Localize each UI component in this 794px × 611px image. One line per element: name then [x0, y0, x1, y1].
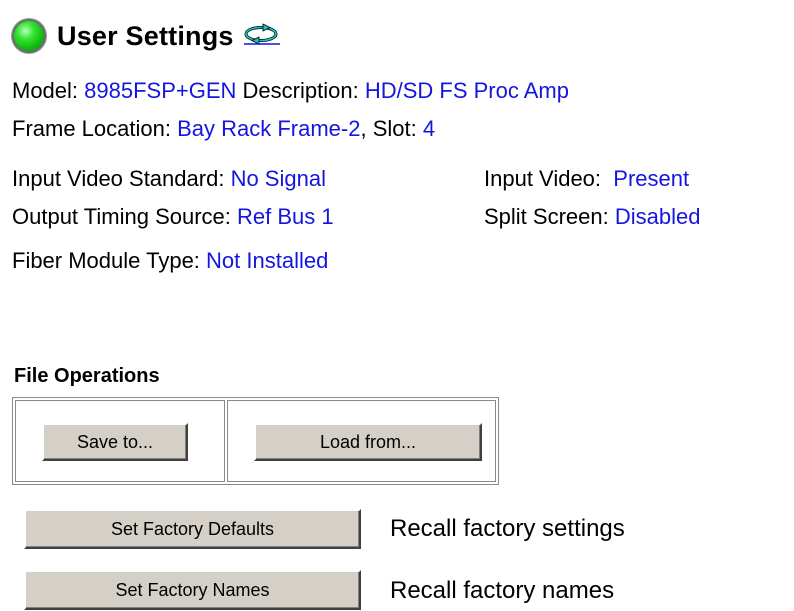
fiber-module-type-value: Not Installed	[206, 248, 329, 273]
slot-label: , Slot:	[360, 116, 417, 141]
set-factory-names-button[interactable]: Set Factory Names	[24, 570, 361, 610]
output-timing-source-label: Output Timing Source:	[12, 204, 231, 229]
model-line: Model: 8985FSP+GEN Description: HD/SD FS…	[12, 78, 569, 104]
input-video-line: Input Video: Present	[484, 166, 689, 192]
status-led-icon	[12, 19, 46, 53]
frame-location-label: Frame Location:	[12, 116, 171, 141]
input-video-standard-value: No Signal	[230, 166, 326, 191]
model-value: 8985FSP+GEN	[84, 78, 237, 103]
slot-value: 4	[422, 116, 436, 141]
fiber-module-type-label: Fiber Module Type:	[12, 248, 200, 273]
split-screen-line: Split Screen: Disabled	[484, 204, 700, 230]
refresh-icon[interactable]	[242, 23, 282, 45]
description-label: Description:	[242, 78, 359, 103]
save-to-button[interactable]: Save to...	[42, 423, 188, 461]
frame-location-value: Bay Rack Frame-2	[177, 116, 361, 141]
save-cell: Save to...	[15, 400, 225, 482]
input-video-standard-label: Input Video Standard:	[12, 166, 225, 191]
load-from-button[interactable]: Load from...	[254, 423, 482, 461]
model-label: Model:	[12, 78, 79, 103]
frame-location-line: Frame Location: Bay Rack Frame-2, Slot: …	[12, 116, 435, 142]
input-video-value: Present	[613, 166, 690, 191]
output-timing-source-line: Output Timing Source: Ref Bus 1	[12, 204, 334, 230]
file-operations-title: File Operations	[14, 365, 160, 387]
description-value: HD/SD FS Proc Amp	[364, 78, 569, 103]
output-timing-source-value: Ref Bus 1	[237, 204, 334, 229]
split-screen-value: Disabled	[614, 204, 701, 229]
page-title: User Settings	[57, 20, 234, 51]
set-factory-defaults-button[interactable]: Set Factory Defaults	[24, 509, 361, 549]
file-operations-panel: Save to... Load from...	[12, 397, 499, 485]
load-cell: Load from...	[227, 400, 496, 482]
input-video-standard-line: Input Video Standard: No Signal	[12, 166, 326, 192]
factory-defaults-description: Recall factory settings	[390, 515, 625, 542]
split-screen-label: Split Screen:	[484, 204, 609, 229]
fiber-module-type-line: Fiber Module Type: Not Installed	[12, 248, 328, 274]
input-video-label: Input Video:	[484, 166, 602, 191]
factory-names-description: Recall factory names	[390, 577, 615, 604]
header: User Settings	[12, 14, 282, 58]
